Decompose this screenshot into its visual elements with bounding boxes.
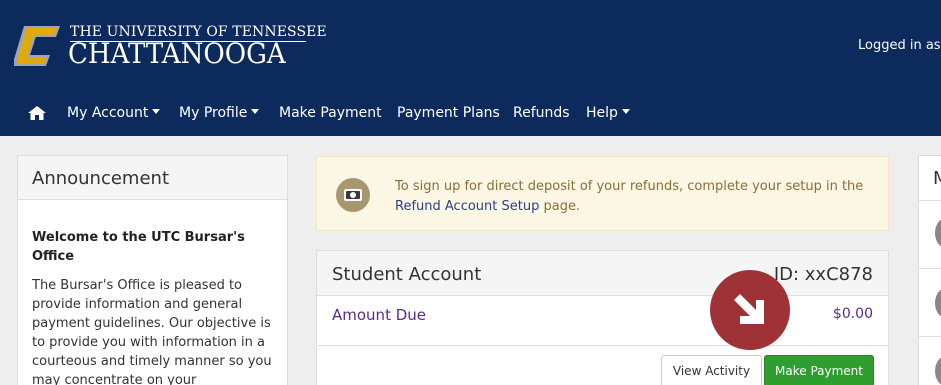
arrow-down-right-icon <box>734 294 764 324</box>
right-panel-divider <box>919 200 941 201</box>
caret-down-icon <box>621 109 630 114</box>
caret-down-icon <box>251 109 260 114</box>
refund-account-setup-link[interactable]: Refund Account Setup <box>395 199 539 214</box>
amount-due-value: $0.00 <box>832 306 873 322</box>
university-logo[interactable]: THE UNIVERSITY OF TENNESSEE CHATTANOOGA <box>14 22 327 74</box>
announcement-title: Announcement <box>32 168 170 189</box>
utc-c-logo-icon <box>14 26 60 66</box>
view-activity-button[interactable]: View Activity <box>661 355 762 385</box>
avatar <box>935 288 941 318</box>
logged-in-text: Logged in as <box>858 38 941 53</box>
nav-make-payment[interactable]: Make Payment <box>279 105 382 121</box>
refund-notice-banner: To sign up for direct deposit of your re… <box>316 156 889 231</box>
home-icon[interactable] <box>28 106 46 120</box>
announcement-panel: Announcement Welcome to the UTC Bursar's… <box>17 155 288 385</box>
student-id: ID: xxC878 <box>773 264 873 285</box>
header-bar: THE UNIVERSITY OF TENNESSEE CHATTANOOGA … <box>0 0 941 86</box>
right-panel-divider <box>919 268 941 269</box>
avatar <box>935 356 941 385</box>
student-account-header: Student Account ID: xxC878 <box>317 251 888 296</box>
caret-down-icon <box>152 109 161 114</box>
student-account-panel: Student Account ID: xxC878 Amount Due $0… <box>316 250 889 385</box>
right-panel-divider <box>919 336 941 337</box>
amount-due-link[interactable]: Amount Due <box>332 306 426 324</box>
nav-my-profile[interactable]: My Profile <box>179 105 260 121</box>
nav-help[interactable]: Help <box>586 105 630 121</box>
panel-divider <box>317 345 888 346</box>
announcement-header: Announcement <box>18 156 287 200</box>
nav-refunds[interactable]: Refunds <box>513 105 570 121</box>
avatar <box>935 218 941 248</box>
right-panel-title: M <box>933 168 941 189</box>
student-account-title: Student Account <box>332 264 482 285</box>
university-name-line2: CHATTANOOGA <box>68 37 286 70</box>
nav-payment-plans[interactable]: Payment Plans <box>397 105 500 121</box>
nav-my-account[interactable]: My Account <box>67 105 161 121</box>
callout-badge <box>710 270 790 350</box>
announcement-subtitle: Welcome to the UTC Bursar's Office <box>32 230 245 264</box>
announcement-body: The Bursar's Office is pleased to provid… <box>32 278 272 385</box>
main-nav: My Account My Profile Make Payment Payme… <box>0 86 941 136</box>
make-payment-button[interactable]: Make Payment <box>764 355 874 385</box>
notice-text: To sign up for direct deposit of your re… <box>395 179 864 214</box>
money-icon <box>336 178 370 212</box>
right-side-panel: M <box>918 155 941 385</box>
